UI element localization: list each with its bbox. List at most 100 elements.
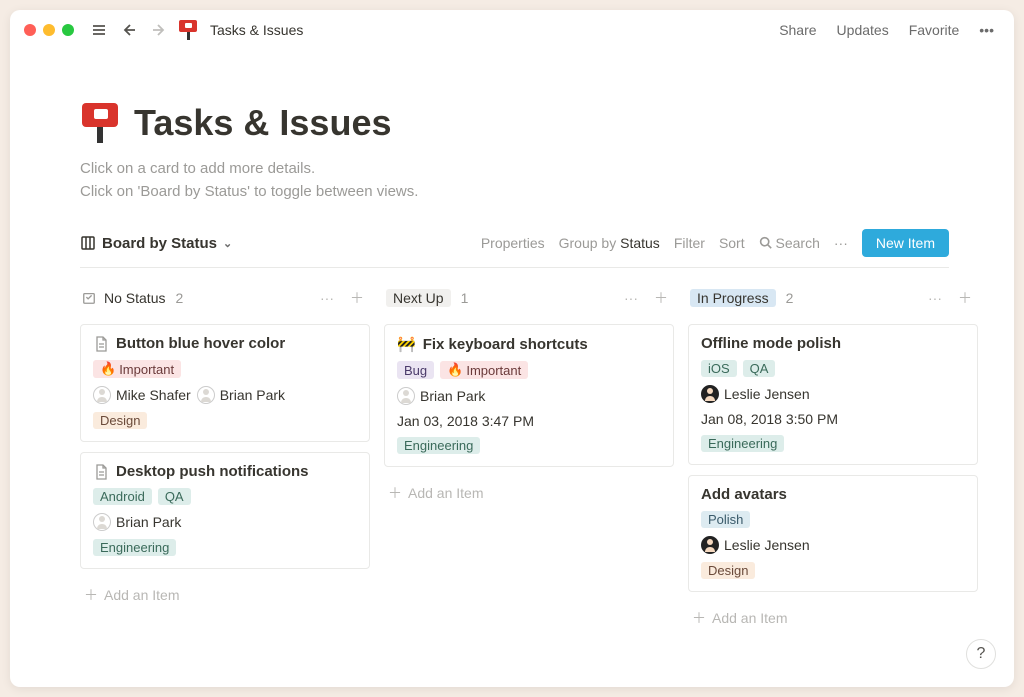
plus-icon: ＋	[84, 585, 98, 605]
board-column-next-up: Next Up 1 ··· ＋ 🚧 Fix keyboard shortcuts…	[384, 282, 674, 634]
column-add-button[interactable]: ＋	[650, 286, 672, 310]
tag-qa: QA	[743, 360, 776, 377]
card-people: Leslie Jensen	[701, 385, 965, 403]
card[interactable]: Desktop push notifications Android QA Br…	[80, 452, 370, 569]
card[interactable]: 🚧 Fix keyboard shortcuts Bug 🔥Important …	[384, 324, 674, 467]
add-item-button[interactable]: ＋Add an Item	[384, 477, 674, 509]
new-item-button[interactable]: New Item	[862, 229, 949, 257]
page-title[interactable]: Tasks & Issues	[134, 102, 391, 144]
tag-android: Android	[93, 488, 152, 505]
app-window: Tasks & Issues Share Updates Favorite ••…	[10, 10, 1014, 687]
page-description[interactable]: Click on a card to add more details. Cli…	[80, 158, 949, 203]
page-doc-icon	[93, 336, 109, 352]
person: Brian Park	[197, 386, 285, 404]
view-toolbar: Board by Status ⌄ Properties Group by St…	[80, 229, 949, 268]
updates-button[interactable]: Updates	[831, 18, 895, 42]
card-people: Leslie Jensen	[701, 536, 965, 554]
card[interactable]: Add avatars Polish Leslie Jensen Design	[688, 475, 978, 592]
favorite-button[interactable]: Favorite	[903, 18, 966, 42]
card-tags: iOS QA	[701, 360, 965, 377]
properties-button[interactable]: Properties	[481, 235, 545, 251]
tag-important: 🔥Important	[440, 361, 528, 379]
group-by-button[interactable]: Group by Status	[559, 235, 660, 251]
board-column-in-progress: In Progress 2 ··· ＋ Offline mode polish …	[688, 282, 978, 634]
tag-engineering: Engineering	[397, 437, 480, 454]
forward-button[interactable]	[148, 19, 170, 41]
page-doc-icon	[93, 464, 109, 480]
card-title-text: Button blue hover color	[116, 335, 285, 352]
column-add-button[interactable]: ＋	[346, 286, 368, 310]
avatar	[701, 536, 719, 554]
page-title-breadcrumb[interactable]: Tasks & Issues	[210, 22, 303, 38]
card-timestamp: Jan 08, 2018 3:50 PM	[701, 411, 965, 427]
page-content: Tasks & Issues Click on a card to add mo…	[10, 50, 1014, 634]
card-people: Brian Park	[397, 387, 661, 405]
card-tags: Android QA	[93, 488, 357, 505]
add-item-button[interactable]: ＋Add an Item	[688, 602, 978, 634]
card-tags: Engineering	[701, 435, 965, 452]
close-window-button[interactable]	[24, 24, 36, 36]
board-icon	[80, 235, 96, 251]
menu-icon[interactable]	[88, 19, 110, 41]
view-name-label: Board by Status	[102, 235, 217, 252]
plus-icon: ＋	[692, 608, 706, 628]
card[interactable]: Button blue hover color 🔥Important Mike …	[80, 324, 370, 442]
avatar	[397, 387, 415, 405]
avatar	[197, 386, 215, 404]
column-name[interactable]: Next Up	[386, 289, 451, 307]
desc-line: Click on a card to add more details.	[80, 158, 949, 181]
help-button[interactable]: ?	[966, 639, 996, 669]
card-tags: Design	[93, 412, 357, 429]
column-more-button[interactable]: ···	[620, 288, 642, 308]
person: Brian Park	[397, 387, 485, 405]
person: Leslie Jensen	[701, 536, 810, 554]
add-item-button[interactable]: ＋Add an Item	[80, 579, 370, 611]
page-icon[interactable]	[80, 103, 120, 143]
tag-qa: QA	[158, 488, 191, 505]
desc-line: Click on 'Board by Status' to toggle bet…	[80, 181, 949, 204]
tag-design: Design	[701, 562, 755, 579]
search-button[interactable]: Search	[759, 235, 820, 251]
column-header: No Status 2 ··· ＋	[80, 282, 370, 314]
board: No Status 2 ··· ＋ Button blue hover colo…	[80, 282, 949, 634]
plus-icon: ＋	[388, 483, 402, 503]
card-title-text: Add avatars	[701, 486, 787, 503]
column-header: In Progress 2 ··· ＋	[688, 282, 978, 314]
sort-button[interactable]: Sort	[719, 235, 745, 251]
empty-status-icon	[82, 291, 96, 305]
tag-polish: Polish	[701, 511, 750, 528]
maximize-window-button[interactable]	[62, 24, 74, 36]
board-column-no-status: No Status 2 ··· ＋ Button blue hover colo…	[80, 282, 370, 634]
column-name[interactable]: No Status	[104, 290, 165, 306]
column-count: 1	[461, 290, 469, 306]
more-menu-button[interactable]: •••	[973, 18, 1000, 42]
filter-button[interactable]: Filter	[674, 235, 705, 251]
chevron-down-icon: ⌄	[223, 237, 232, 250]
view-switcher[interactable]: Board by Status ⌄	[80, 235, 232, 252]
minimize-window-button[interactable]	[43, 24, 55, 36]
back-button[interactable]	[118, 19, 140, 41]
share-button[interactable]: Share	[773, 18, 822, 42]
titlebar: Tasks & Issues Share Updates Favorite ••…	[10, 10, 1014, 50]
card-emoji-icon: 🚧	[397, 335, 416, 353]
card[interactable]: Offline mode polish iOS QA Leslie Jensen…	[688, 324, 978, 465]
window-controls	[24, 24, 74, 36]
column-add-button[interactable]: ＋	[954, 286, 976, 310]
view-more-button[interactable]: ···	[834, 235, 848, 251]
page-icon-small	[178, 20, 198, 40]
column-count: 2	[786, 290, 794, 306]
card-tags: 🔥Important	[93, 360, 357, 378]
column-name[interactable]: In Progress	[690, 289, 776, 307]
avatar	[93, 513, 111, 531]
column-more-button[interactable]: ···	[316, 288, 338, 308]
tag-engineering: Engineering	[93, 539, 176, 556]
column-more-button[interactable]: ···	[924, 288, 946, 308]
card-people: Brian Park	[93, 513, 357, 531]
card-tags: Design	[701, 562, 965, 579]
card-tags: Engineering	[93, 539, 357, 556]
card-tags: Engineering	[397, 437, 661, 454]
card-people: Mike Shafer Brian Park	[93, 386, 357, 404]
card-title-text: Fix keyboard shortcuts	[423, 336, 588, 353]
column-count: 2	[175, 290, 183, 306]
search-icon	[759, 236, 772, 249]
